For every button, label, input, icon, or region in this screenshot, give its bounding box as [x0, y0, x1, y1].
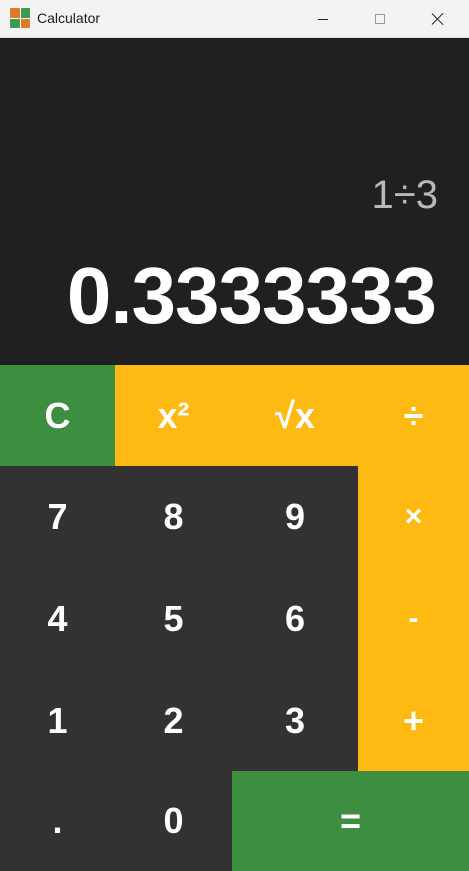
square-button[interactable]: x² [115, 365, 232, 466]
digit-6-button[interactable]: 6 [232, 568, 358, 670]
digit-9-button[interactable]: 9 [232, 466, 358, 568]
minimize-button[interactable] [300, 0, 346, 38]
digit-5-button[interactable]: 5 [115, 568, 232, 670]
maximize-button[interactable] [357, 0, 403, 38]
close-icon [431, 12, 445, 26]
result-text: 0.3333333 [66, 251, 437, 340]
calculator-window: Calculator 1÷3 0.3333333 C x² √x ÷ 7 8 9… [0, 0, 469, 871]
multiply-button[interactable]: × [358, 466, 469, 568]
digit-3-button[interactable]: 3 [232, 670, 358, 771]
minimize-icon [318, 18, 328, 20]
subtract-button[interactable]: - [358, 568, 469, 670]
digit-8-button[interactable]: 8 [115, 466, 232, 568]
digit-0-button[interactable]: 0 [115, 771, 232, 871]
divide-button[interactable]: ÷ [358, 365, 469, 466]
equals-button[interactable]: = [232, 771, 469, 871]
add-button[interactable]: + [358, 670, 469, 771]
digit-1-button[interactable]: 1 [0, 670, 115, 771]
calculator-display: 1÷3 0.3333333 [0, 38, 469, 365]
maximize-icon [375, 14, 385, 24]
title-bar: Calculator [0, 0, 469, 38]
sqrt-button[interactable]: √x [232, 365, 358, 466]
calculator-app-icon [10, 8, 30, 28]
close-button[interactable] [415, 0, 461, 38]
digit-7-button[interactable]: 7 [0, 466, 115, 568]
digit-2-button[interactable]: 2 [115, 670, 232, 771]
expression-text: 1÷3 [371, 173, 438, 217]
digit-4-button[interactable]: 4 [0, 568, 115, 670]
window-title: Calculator [37, 10, 101, 26]
clear-button[interactable]: C [0, 365, 115, 466]
decimal-button[interactable]: . [0, 771, 115, 871]
